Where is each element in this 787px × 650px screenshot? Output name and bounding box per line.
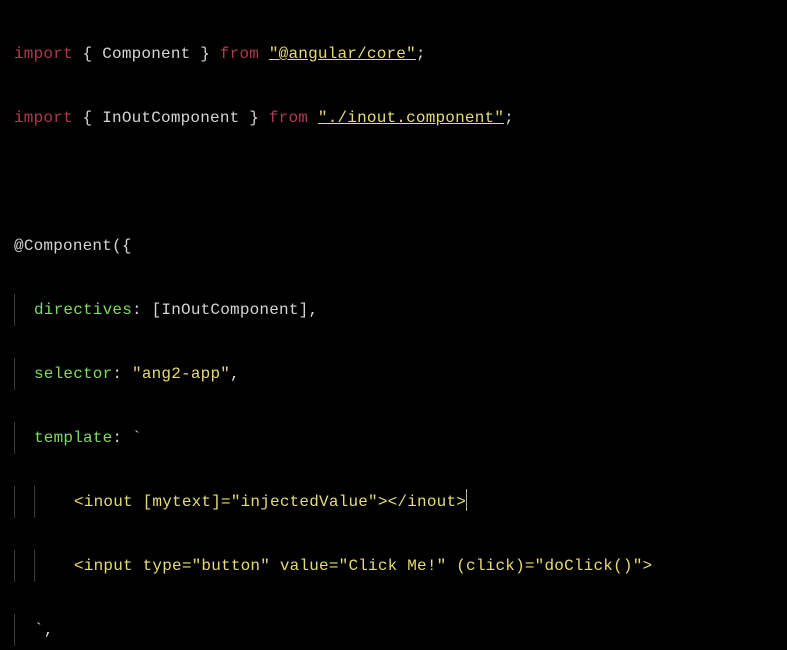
module-path: "./inout.component" bbox=[318, 109, 504, 127]
decorator-at: @ bbox=[14, 237, 24, 255]
code-line[interactable]: import { InOutComponent } from "./inout.… bbox=[14, 102, 787, 134]
code-line[interactable]: selector: "ang2-app", bbox=[14, 358, 787, 390]
identifier: Component bbox=[102, 45, 190, 63]
module-path: "@angular/core" bbox=[269, 45, 416, 63]
code-line[interactable]: <input type="button" value="Click Me!" (… bbox=[14, 550, 787, 582]
property-name: directives bbox=[34, 301, 132, 319]
text-cursor bbox=[466, 489, 467, 511]
string-literal: "ang2-app" bbox=[132, 365, 230, 383]
property-name: selector bbox=[34, 365, 112, 383]
code-line[interactable]: `, bbox=[14, 614, 787, 646]
decorator-name: Component bbox=[24, 237, 112, 255]
identifier: InOutComponent bbox=[161, 301, 298, 319]
code-line[interactable] bbox=[14, 166, 787, 198]
code-line[interactable]: <inout [mytext]="injectedValue"></inout> bbox=[14, 486, 787, 518]
keyword-import: import bbox=[14, 109, 73, 127]
keyword-from: from bbox=[220, 45, 259, 63]
identifier: InOutComponent bbox=[102, 109, 239, 127]
keyword-from: from bbox=[269, 109, 308, 127]
backtick: ` bbox=[34, 621, 44, 639]
backtick: ` bbox=[132, 429, 142, 447]
property-name: template bbox=[34, 429, 112, 447]
template-html: <input type="button" value="Click Me!" (… bbox=[74, 557, 652, 575]
keyword-import: import bbox=[14, 45, 73, 63]
code-line[interactable]: import { Component } from "@angular/core… bbox=[14, 38, 787, 70]
template-html: <inout [mytext]="injectedValue"></inout> bbox=[74, 493, 466, 511]
code-line[interactable]: directives: [InOutComponent], bbox=[14, 294, 787, 326]
code-line[interactable]: template: ` bbox=[14, 422, 787, 454]
code-line[interactable]: @Component({ bbox=[14, 230, 787, 262]
code-editor[interactable]: import { Component } from "@angular/core… bbox=[0, 0, 787, 650]
